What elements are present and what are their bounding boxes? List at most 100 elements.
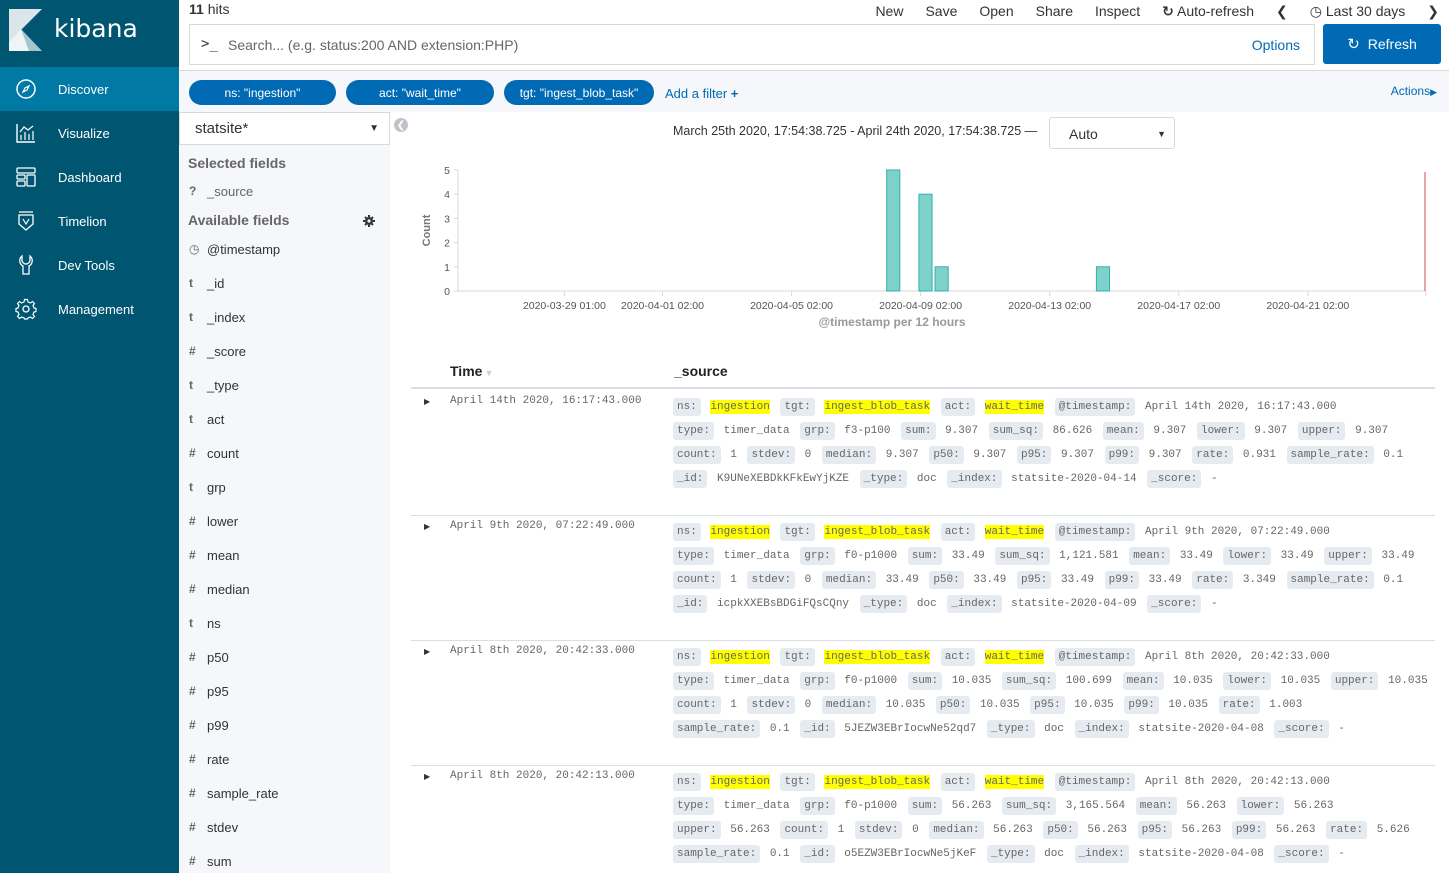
filter-pill[interactable]: tgt: "ingest_blob_task" [504, 80, 654, 105]
collapse-sidebar-button[interactable]: ❮ [394, 118, 408, 132]
source-field-value: 5JEZW3EBrIocwNe52qd7 [844, 723, 977, 735]
share-button[interactable]: Share [1036, 3, 1073, 19]
nav-item-visualize[interactable]: Visualize [0, 111, 179, 155]
expand-row-icon[interactable]: ▶ [424, 772, 430, 781]
field-name: p95 [207, 683, 229, 699]
timelion-icon [15, 210, 37, 232]
refresh-button[interactable]: ↻ Refresh [1323, 24, 1441, 64]
add-filter-button[interactable]: Add a filter + [665, 86, 738, 101]
nav-item-timelion[interactable]: Timelion [0, 199, 179, 243]
field-item[interactable]: # lower [189, 512, 238, 530]
field-item[interactable]: # p95 [189, 682, 229, 700]
source-field-value: April 9th 2020, 07:22:49.000 [1144, 526, 1330, 538]
field-item[interactable]: # rate [189, 750, 229, 768]
source-field-value: timer_data [723, 425, 790, 437]
source-field: rate: 5.626 [1326, 821, 1410, 839]
field-name: _type [207, 377, 239, 393]
source-field: sample_rate: 0.1 [673, 720, 790, 738]
field-item[interactable]: # stdev [189, 818, 238, 836]
source-field-value: 56.263 [951, 800, 992, 812]
source-field-key: ns: [673, 523, 701, 541]
new-button[interactable]: New [875, 3, 903, 19]
field-item[interactable]: t _type [189, 376, 239, 394]
index-pattern-select[interactable]: statsite* ▼ [179, 112, 390, 145]
field-item[interactable]: t grp [189, 478, 226, 496]
field-item[interactable]: # sample_rate [189, 784, 279, 802]
number-type-icon: # [189, 344, 196, 358]
source-field-key: sum_sq: [1001, 672, 1057, 690]
string-type-icon: t [189, 276, 193, 290]
filter-pill[interactable]: ns: "ingestion" [189, 80, 336, 105]
nav-item-discover[interactable]: Discover [0, 67, 179, 111]
source-field-key: sum: [901, 422, 936, 440]
row-source: ns: ingestion tgt: ingest_blob_task act:… [673, 645, 1433, 741]
x-tick-label: 2020-04-05 02:00 [750, 300, 833, 312]
x-tick-label: 2020-03-29 01:00 [523, 300, 606, 312]
expand-row-icon[interactable]: ▶ [424, 647, 430, 656]
column-header-time[interactable]: Time ▼ [450, 363, 493, 379]
sort-icon[interactable]: ▼ [484, 368, 493, 378]
field-item[interactable]: t _id [189, 274, 224, 292]
source-field: p99: 33.49 [1104, 571, 1182, 589]
source-field-key: upper: [1324, 547, 1372, 565]
field-item[interactable]: t _index [189, 308, 245, 326]
filter-bar: ns: "ingestion" act: "wait_time" tgt: "i… [179, 70, 1449, 112]
source-field-key: sample_rate: [1286, 446, 1374, 464]
field-item[interactable]: # count [189, 444, 239, 462]
nav-item-dev-tools[interactable]: Dev Tools [0, 243, 179, 287]
options-button[interactable]: Options [1252, 37, 1300, 53]
source-field-value: - [1210, 473, 1218, 485]
field-item[interactable]: # p99 [189, 716, 229, 734]
hits-count: 11 hits [189, 1, 230, 17]
source-field: ns: ingestion [673, 398, 770, 416]
source-field-key: p95: [1016, 446, 1052, 464]
number-type-icon: # [189, 582, 196, 596]
source-field: p95: 10.035 [1030, 696, 1114, 714]
field-item[interactable]: t act [189, 410, 224, 428]
source-field-value: 33.49 [1179, 550, 1213, 562]
kibana-logo[interactable]: kibana [0, 0, 179, 66]
source-field: act: wait_time [940, 773, 1045, 791]
expand-row-icon[interactable]: ▶ [424, 397, 430, 406]
nav-item-label: Dashboard [58, 169, 122, 185]
source-field: sum_sq: 1,121.581 [995, 547, 1119, 565]
actions-button[interactable]: Actions▶ [1391, 84, 1437, 98]
auto-refresh-button[interactable]: ↻ Auto-refresh [1162, 3, 1254, 20]
field-item[interactable]: ? _source [189, 182, 253, 200]
nav-item-management[interactable]: Management [0, 287, 179, 331]
chevron-left-icon[interactable]: ❮ [1276, 3, 1288, 20]
source-field-key: lower: [1223, 547, 1272, 565]
source-field-key: rate: [1192, 571, 1234, 589]
gear-icon[interactable] [363, 214, 375, 232]
field-item[interactable]: # sum [189, 852, 232, 870]
field-item[interactable]: ◷ @timestamp [189, 240, 280, 258]
string-type-icon: t [189, 480, 193, 494]
filter-pill[interactable]: act: "wait_time" [346, 80, 494, 105]
source-field-key: p95: [1016, 571, 1052, 589]
source-field: grp: f3-p100 [800, 422, 890, 440]
inspect-button[interactable]: Inspect [1095, 3, 1140, 19]
time-picker-button[interactable]: ◷ Last 30 days [1310, 3, 1406, 20]
source-field-key: @timestamp: [1054, 648, 1136, 666]
source-field-key: ns: [673, 773, 701, 791]
source-field-key: sample_rate: [673, 720, 761, 738]
source-field: type: timer_data [673, 547, 790, 565]
expand-row-icon[interactable]: ▶ [424, 522, 430, 531]
field-item[interactable]: t ns [189, 614, 221, 632]
source-field-value: 1 [730, 574, 737, 586]
nav-item-dashboard[interactable]: Dashboard [0, 155, 179, 199]
string-type-icon: t [189, 412, 193, 426]
field-item[interactable]: # p50 [189, 648, 229, 666]
field-item[interactable]: # _score [189, 342, 246, 360]
save-button[interactable]: Save [925, 3, 957, 19]
field-item[interactable]: # mean [189, 546, 240, 564]
field-item[interactable]: # median [189, 580, 250, 598]
kibana-app: kibana Discover Visualize Dashboard Time… [0, 0, 1449, 873]
search-input[interactable] [228, 25, 1128, 64]
open-button[interactable]: Open [979, 3, 1013, 19]
source-field-value: 10.035 [1168, 699, 1209, 711]
chevron-right-icon[interactable]: ❯ [1427, 3, 1439, 20]
source-field: sum: 33.49 [907, 547, 985, 565]
interval-select[interactable]: Auto ▼ [1049, 117, 1175, 149]
field-name: sum [207, 853, 232, 869]
